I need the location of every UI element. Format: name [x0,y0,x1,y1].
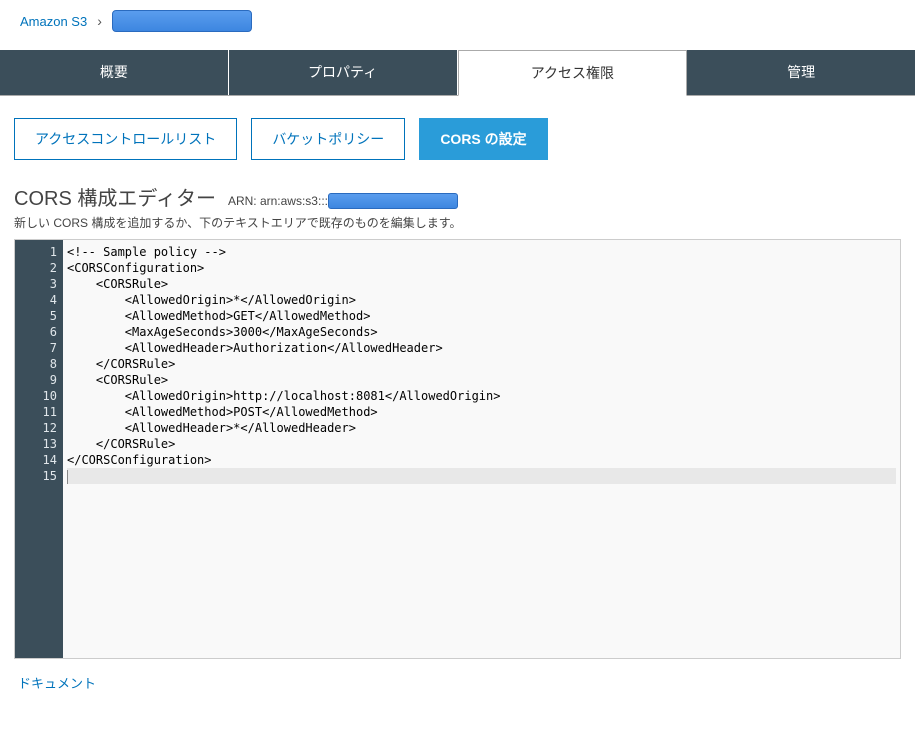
code-editor[interactable]: 123456789101112131415 <!-- Sample policy… [14,239,901,659]
editor-header: CORS 構成エディター ARN: arn:aws:s3::: 新しい CORS… [0,182,915,239]
arn-bucket-name [328,193,458,209]
breadcrumb-root-link[interactable]: Amazon S3 [20,14,87,29]
documentation-link[interactable]: ドキュメント [18,673,96,692]
code-textarea[interactable]: <!-- Sample policy --><CORSConfiguration… [63,240,900,658]
editor-title: CORS 構成エディター [14,182,216,211]
subtab-acl[interactable]: アクセスコントロールリスト [14,118,237,160]
chevron-right-icon: › [97,13,102,29]
editor-subtitle: 新しい CORS 構成を追加するか、下のテキストエリアで既存のものを編集します。 [14,214,901,231]
main-tabs: 概要 プロパティ アクセス権限 管理 [0,50,915,96]
arn-label: ARN: arn:aws:s3::: [228,194,328,208]
breadcrumb-bucket-name[interactable] [112,10,252,32]
subtab-cors[interactable]: CORS の設定 [419,118,547,160]
tab-permissions[interactable]: アクセス権限 [458,50,688,96]
editor-arn: ARN: arn:aws:s3::: [228,193,458,209]
subtab-bucket-policy[interactable]: バケットポリシー [251,118,405,160]
tab-management[interactable]: 管理 [687,50,915,95]
breadcrumb: Amazon S3 › [0,0,915,42]
tab-overview[interactable]: 概要 [0,50,229,95]
permission-sub-tabs: アクセスコントロールリスト バケットポリシー CORS の設定 [0,96,915,182]
line-number-gutter: 123456789101112131415 [15,240,63,658]
tab-properties[interactable]: プロパティ [229,50,458,95]
